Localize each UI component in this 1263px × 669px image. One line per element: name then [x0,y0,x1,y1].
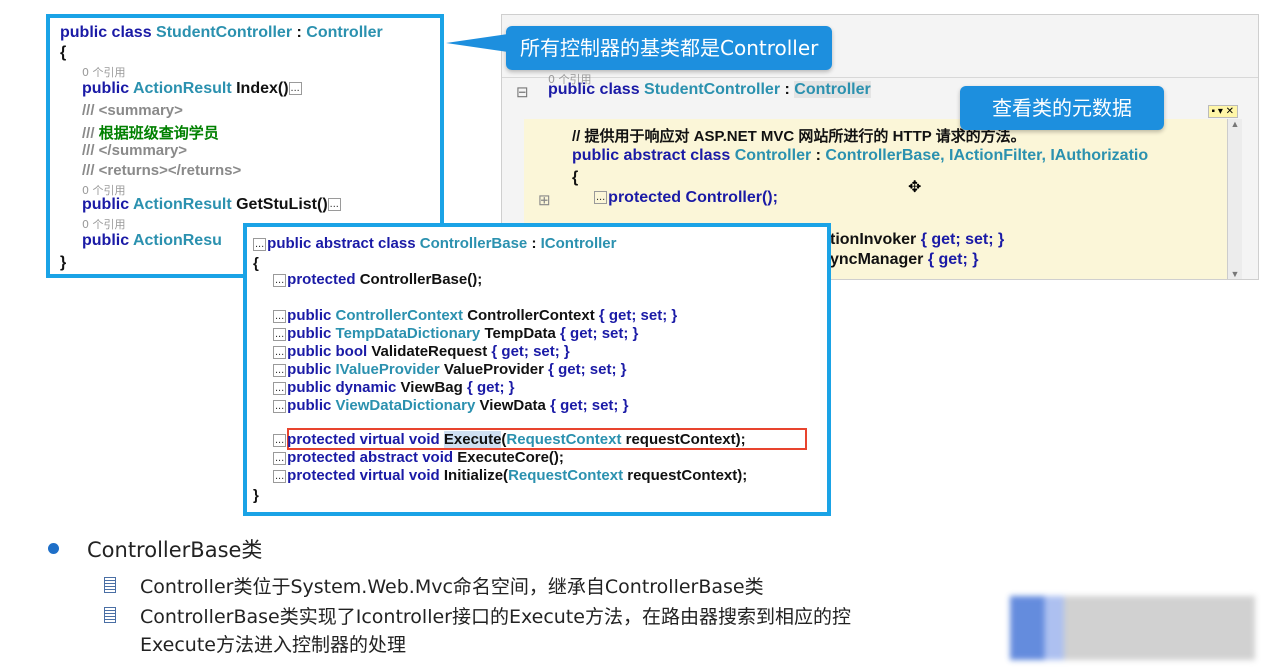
property-controller-context: ... public ControllerContext ControllerCo… [273,307,678,324]
summary-close: /// </summary> [82,142,188,159]
controller-constructor: ... protected Controller(); [594,189,778,206]
reference-count: 0 个引用 [82,66,126,79]
sub-bullet-text: Controller类位于System.Web.Mvc命名空间，继承自Contr… [140,576,764,598]
execute-method: ... protected virtual void Execute(Reques… [273,431,746,448]
scroll-up-arrow[interactable]: ▲ [1228,119,1242,129]
tooltip-controls[interactable]: ▪ ▾ ✕ [1207,105,1238,118]
sub-bullet-icon [104,607,116,623]
property-async-manager: yncManager { get; } [830,251,979,268]
summary-comment: /// 根据班级查询学员 [82,125,219,142]
sub-bullet-text: ControllerBase类实现了Icontroller接口的Execute方… [140,606,851,628]
brace-open: { [60,44,67,61]
controller-base-declaration: ... public abstract class ControllerBase … [253,235,617,252]
brace-close: } [60,254,67,271]
callout-pointer [446,34,508,52]
brace-open: { [253,255,259,272]
index-action: public ActionResult Index()... [82,80,302,97]
student-class-declaration: public class StudentController : Control… [60,24,383,41]
returns-comment: /// <returns></returns> [82,162,242,179]
summary-open: /// <summary> [82,102,183,119]
property-value-provider: ... public IValueProvider ValueProvider {… [273,361,627,378]
bullet-heading: ControllerBase类 [87,538,263,562]
class-declaration: public class StudentController : Control… [548,81,871,98]
metadata-callout: 查看类的元数据 [960,86,1164,130]
metadata-comment: // 提供用于响应对 ASP.NET MVC 网站所进行的 HTTP 请求的方法… [572,128,1026,145]
getstulist-action: public ActionResult GetStuList()... [82,196,341,213]
controller-declaration: public abstract class Controller : Contr… [572,147,1149,164]
property-view-bag: ... public dynamic ViewBag { get; } [273,379,515,396]
mouse-cursor-icon: ✥ [908,179,922,196]
brace-close: } [253,487,259,504]
reference-count: 0 个引用 [82,218,126,231]
property-temp-data: ... public TempDataDictionary TempData { … [273,325,639,342]
vertical-scrollbar[interactable]: ▲ ▼ [1227,119,1242,279]
collapse-icon[interactable]: ⊟ [516,83,529,101]
scroll-down-arrow[interactable]: ▼ [1228,269,1242,279]
execute-core-method: ... protected abstract void ExecuteCore()… [273,449,564,466]
controller-base-panel: ... public abstract class ControllerBase … [243,223,831,516]
property-invoker: tionInvoker { get; set; } [830,231,1005,248]
blurred-watermark [1010,596,1255,660]
sub-bullet-icon [104,577,116,593]
bullet-dot [48,543,59,554]
sub-bullet-text-continued: Execute方法进入控制器的处理 [140,634,406,656]
property-validate-request: ... public bool ValidateRequest { get; se… [273,343,570,360]
last-action: public ActionResu [82,232,222,249]
controller-base-constructor: ... protected ControllerBase(); [273,271,483,288]
divider [502,77,1258,78]
initialize-method: ... protected virtual void Initialize(Req… [273,467,748,484]
brace: { [572,169,579,186]
expand-icon[interactable]: ⊞ [538,191,551,209]
property-view-data: ... public ViewDataDictionary ViewData { … [273,397,629,414]
base-class-callout: 所有控制器的基类都是Controller [506,26,833,70]
